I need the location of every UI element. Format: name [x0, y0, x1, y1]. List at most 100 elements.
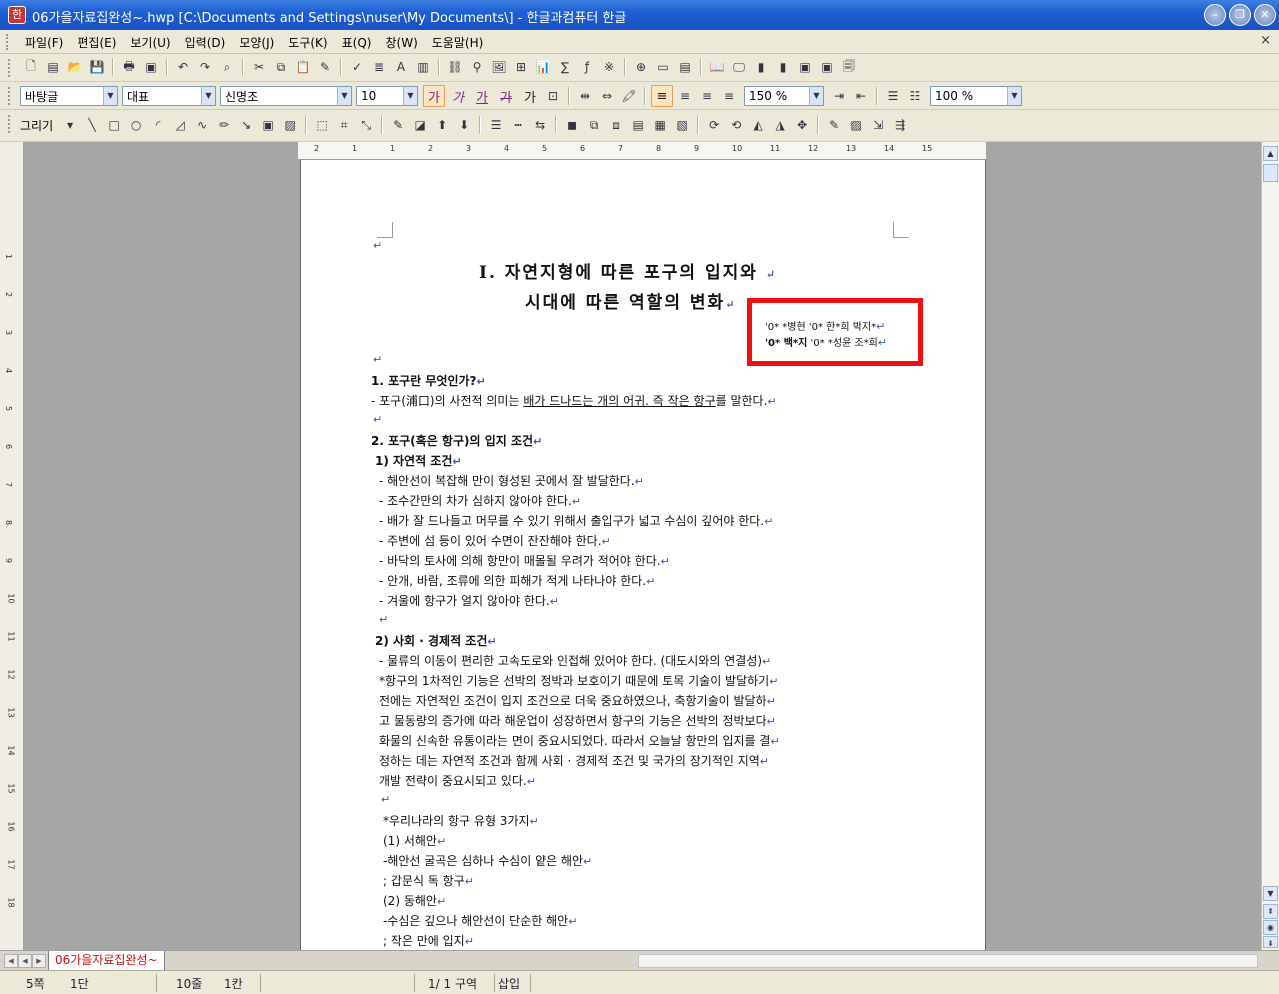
select-object-icon[interactable]: ⬚ [313, 116, 331, 134]
paragraph-shape-icon[interactable]: ≣ [370, 58, 388, 76]
tab-first-icon[interactable]: ◀ [4, 954, 18, 968]
paste-icon[interactable]: 📋 [294, 58, 312, 76]
rotate-icon[interactable]: ⟳ [705, 116, 723, 134]
object-properties-icon[interactable]: ✎ [825, 116, 843, 134]
prev-page-icon[interactable]: ⇞ [1263, 904, 1278, 919]
save-icon[interactable]: 💾 [88, 58, 106, 76]
table-icon[interactable]: ⊞ [512, 58, 530, 76]
tab-next-icon[interactable]: ▶ [32, 954, 46, 968]
indent-decrease-icon[interactable]: ⇤ [852, 87, 870, 105]
restore-button[interactable]: ❐ [1229, 4, 1251, 26]
column-icon[interactable]: ▥ [414, 58, 432, 76]
char-spacing-icon[interactable]: ⇹ [576, 87, 594, 105]
bullet-list-icon[interactable]: ☷ [906, 87, 924, 105]
symbol-icon[interactable]: ※ [600, 58, 618, 76]
formula-icon[interactable]: ƒ [578, 58, 596, 76]
strikethrough-button[interactable]: 가 [495, 85, 517, 107]
menu-item[interactable]: 편집(E) [70, 34, 123, 51]
object-export-icon[interactable]: ⇲ [869, 116, 887, 134]
numbered-list-icon[interactable]: ☰ [884, 87, 902, 105]
page-select-icon[interactable]: ◉ [1263, 920, 1278, 935]
menu-item[interactable]: 도움말(H) [425, 34, 491, 51]
group-icon[interactable]: ⧉ [585, 116, 603, 134]
font-color-button[interactable]: 가 [519, 85, 541, 107]
presentation-icon[interactable]: 🖵 [730, 58, 748, 76]
status-insert-mode[interactable]: 삽입 [498, 975, 520, 992]
scroll-down-icon[interactable]: ▼ [1263, 886, 1278, 901]
footnote-icon[interactable]: ▭ [654, 58, 672, 76]
menu-item[interactable]: 입력(D) [178, 34, 233, 51]
close-button[interactable]: ✕ [1254, 4, 1276, 26]
document-close-icon[interactable]: × [1260, 33, 1271, 48]
template-icon[interactable]: ▤ [44, 58, 62, 76]
tab-document[interactable]: 06가을자료집완성~ [48, 951, 165, 971]
line-style-icon[interactable]: ┅ [509, 116, 527, 134]
vertical-scrollbar[interactable]: ▲ ▼ ⇞ ◉ ⇟ [1261, 142, 1279, 950]
chevron-down-icon[interactable]: ▼ [201, 87, 215, 105]
scroll-up-icon[interactable]: ▲ [1263, 146, 1278, 161]
arc-tool-icon[interactable]: ◜ [149, 116, 167, 134]
object-style-icon[interactable]: ▨ [847, 116, 865, 134]
minimize-button[interactable]: – [1204, 4, 1226, 26]
send-backward-icon[interactable]: ⬇ [455, 116, 473, 134]
menu-item[interactable]: 도구(K) [281, 34, 334, 51]
fill-color-icon[interactable]: ◪ [411, 116, 429, 134]
tab-prev-icon[interactable]: ◀ [18, 954, 32, 968]
chevron-down-icon[interactable]: ▼ [337, 87, 351, 105]
flip-vertical-icon[interactable]: ◮ [771, 116, 789, 134]
style-select[interactable]: 바탕글 ▼ [20, 86, 118, 106]
distribute-icon[interactable]: ▦ [651, 116, 669, 134]
format-painter-icon[interactable]: ✎ [316, 58, 334, 76]
hwp-app-icon[interactable]: 한 [8, 6, 26, 24]
shadow-icon[interactable]: ◼ [563, 116, 581, 134]
window2-icon[interactable]: ▣ [818, 58, 836, 76]
book-icon[interactable]: 📖 [708, 58, 726, 76]
horizontal-ruler[interactable]: 2 1 1 2 3 4 5 6 7 8 9 10 11 12 13 14 15 [298, 142, 986, 160]
bold-button[interactable]: 가 [423, 85, 445, 107]
cut-icon[interactable]: ✂ [250, 58, 268, 76]
align-justify-icon[interactable]: ≡ [651, 85, 673, 107]
chevron-down-icon[interactable]: ▼ [403, 87, 417, 105]
open-folder-icon[interactable]: 📂 [66, 58, 84, 76]
memo-icon[interactable]: ⊕ [632, 58, 650, 76]
menu-item[interactable]: 파일(F) [18, 34, 70, 51]
chart-icon[interactable]: 📊 [534, 58, 552, 76]
chevron-down-icon[interactable]: ▼ [103, 87, 117, 105]
chevron-down-icon[interactable]: ▼ [61, 116, 79, 134]
char-width-icon[interactable]: ⇔ [598, 87, 616, 105]
redo-icon[interactable]: ↷ [196, 58, 214, 76]
undo-icon[interactable]: ↶ [174, 58, 192, 76]
ellipse-tool-icon[interactable]: ○ [127, 116, 145, 134]
line-thickness-icon[interactable]: ☰ [487, 116, 505, 134]
scroll-thumb[interactable] [1263, 164, 1278, 182]
menu-item[interactable]: 보기(U) [123, 34, 177, 51]
wrap-icon[interactable]: ▧ [673, 116, 691, 134]
align-center-icon[interactable]: ≡ [698, 87, 716, 105]
line-spacing-select[interactable]: 150 % ▼ [744, 86, 824, 106]
italic-button[interactable]: 가 [447, 85, 469, 107]
equation-icon[interactable]: ∑ [556, 58, 574, 76]
print-preview-icon[interactable]: ▣ [142, 58, 160, 76]
print-icon[interactable]: 🖶 [120, 58, 138, 76]
menu-item[interactable]: 표(Q) [335, 34, 379, 51]
document-page[interactable]: ↵ Ⅰ. 자연지형에 따른 포구의 입지와 ↵ 시대에 따른 역할의 변화↵ '… [300, 160, 986, 950]
arrow-style-icon[interactable]: ⇆ [531, 116, 549, 134]
spellcheck-icon[interactable]: ✓ [348, 58, 366, 76]
next-page-icon[interactable]: ⇟ [1263, 936, 1278, 948]
object-more-icon[interactable]: ⇶ [891, 116, 909, 134]
edit-points-icon[interactable]: ✥ [793, 116, 811, 134]
font-size-select[interactable]: 10 ▼ [356, 86, 418, 106]
header-icon[interactable]: ▤ [676, 58, 694, 76]
connector-tool-icon[interactable]: ↘ [237, 116, 255, 134]
line-tool-icon[interactable]: ╲ [83, 116, 101, 134]
outline-icon[interactable]: ⊡ [544, 87, 562, 105]
line-color-icon[interactable]: ✎ [389, 116, 407, 134]
polygon-tool-icon[interactable]: ◿ [171, 116, 189, 134]
flip-horizontal-icon[interactable]: ◭ [749, 116, 767, 134]
horizontal-scrollbar[interactable] [638, 954, 1258, 968]
highlighter-icon[interactable]: 🖍 [620, 87, 638, 105]
pen-tool-icon[interactable]: ✏ [215, 116, 233, 134]
textbox-tool-icon[interactable]: ▣ [259, 116, 277, 134]
chevron-down-icon[interactable]: ▼ [809, 87, 823, 105]
resize-icon[interactable]: ⤡ [357, 116, 375, 134]
